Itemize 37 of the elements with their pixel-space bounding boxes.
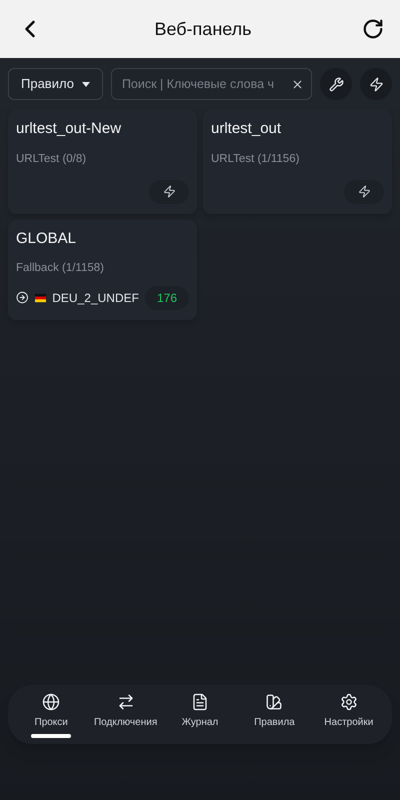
proxy-group-card[interactable]: urltest_out-New URLTest (0/8) xyxy=(8,110,197,214)
lightning-icon xyxy=(368,76,384,92)
group-name: urltest_out-New xyxy=(16,119,122,139)
group-type: URLTest (0/8) xyxy=(16,152,88,166)
arrows-icon xyxy=(116,693,135,711)
document-icon xyxy=(191,693,210,711)
proxy-group-card[interactable]: urltest_out URLTest (1/1156) xyxy=(203,110,392,214)
globe-icon xyxy=(42,693,60,711)
tools-icon xyxy=(328,76,344,92)
lightning-icon xyxy=(358,185,370,198)
nav-tab[interactable]: Правила xyxy=(237,693,312,738)
proxy-name: DEU_2_UNDEF xyxy=(52,290,139,306)
flag-icon xyxy=(34,292,46,302)
group-name: GLOBAL xyxy=(16,228,78,249)
clear-icon[interactable] xyxy=(291,78,304,90)
tools-button[interactable] xyxy=(320,68,352,100)
group-type: URLTest (1/1156) xyxy=(211,152,300,166)
latency-test-button[interactable] xyxy=(149,180,189,204)
group-type: Fallback (1/1158) xyxy=(16,261,105,276)
swatch-icon xyxy=(265,693,284,711)
nav-tab[interactable]: Прокси xyxy=(14,693,88,738)
lightning-icon xyxy=(162,185,176,198)
arrow-circle-icon xyxy=(16,290,29,305)
nav-tab[interactable]: Подключения xyxy=(88,693,163,738)
settings-icon xyxy=(340,693,358,711)
latency-test-button[interactable] xyxy=(344,180,384,204)
refresh-icon[interactable] xyxy=(362,18,384,40)
search-field[interactable]: Поиск | Ключевые слова ч xyxy=(110,68,312,100)
mode-dropdown[interactable]: Правило xyxy=(8,68,103,100)
caret-icon xyxy=(82,82,90,86)
nav-tab[interactable]: Журнал xyxy=(162,693,238,738)
proxy-group-card[interactable]: GLOBAL Fallback (1/1158) DEU_2_UNDEF 176 xyxy=(8,220,197,320)
latency-badge[interactable]: 176 xyxy=(144,286,189,310)
page-title: Веб-панель xyxy=(153,18,253,40)
nav-tab[interactable]: Настройки xyxy=(312,693,386,738)
group-name: urltest_out xyxy=(211,119,282,139)
test-all-button[interactable] xyxy=(360,68,392,100)
